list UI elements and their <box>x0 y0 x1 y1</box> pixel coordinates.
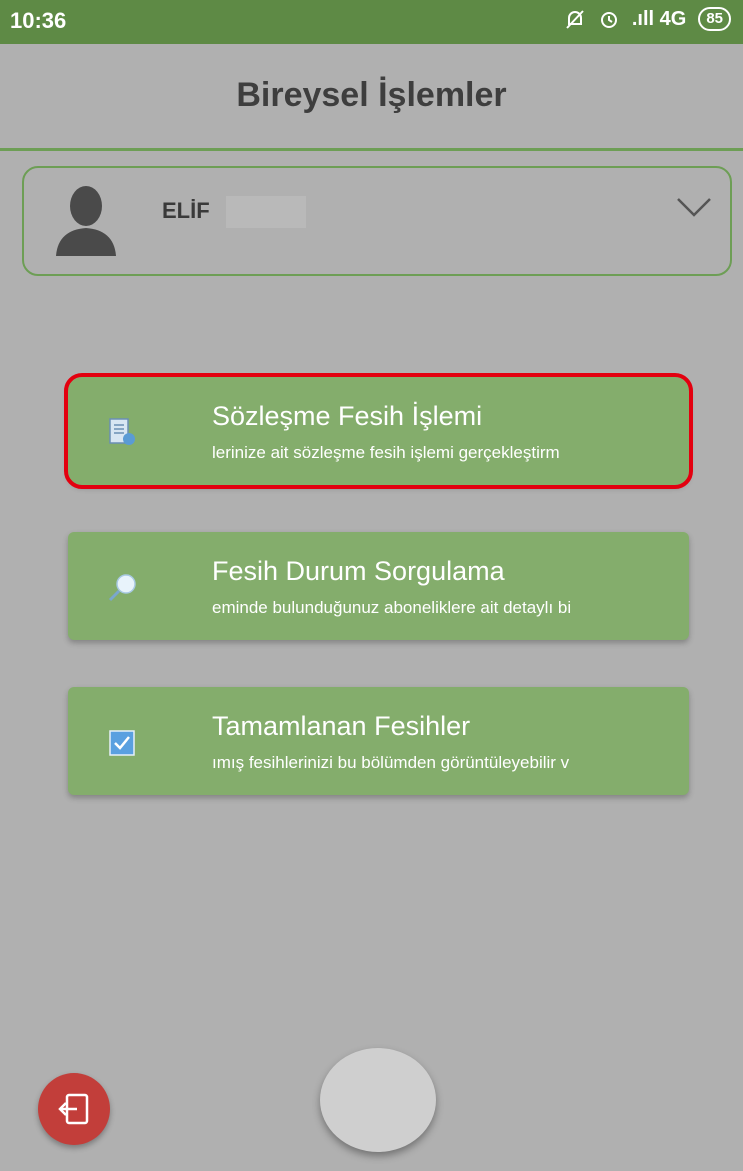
header: Bireysel İşlemler <box>0 44 743 151</box>
button-title: Sözleşme Fesih İşlemi <box>212 401 483 431</box>
page-title: Bireysel İşlemler <box>236 76 507 114</box>
button-subtitle: eminde bulunduğunuz aboneliklere ait det… <box>212 598 572 617</box>
status-time: 10:36 <box>10 8 67 33</box>
logout-button[interactable] <box>38 1073 110 1145</box>
bell-off-icon <box>566 10 584 29</box>
user-avatar-icon <box>56 186 116 256</box>
chevron-down-icon[interactable] <box>676 196 712 218</box>
contract-termination-button[interactable]: Sözleşme Fesih İşlemi lerinize ait sözle… <box>64 373 693 489</box>
status-icons: .ıll 4G 85 <box>564 7 731 31</box>
checkbox-icon <box>109 730 135 756</box>
document-icon <box>109 418 135 445</box>
user-name: ELİF <box>162 198 210 223</box>
redacted-surname <box>226 196 306 228</box>
button-title: Tamamlanan Fesihler <box>212 711 471 741</box>
completed-terminations-button[interactable]: Tamamlanan Fesihler ımış fesihlerinizi b… <box>68 687 689 795</box>
home-button[interactable] <box>320 1048 436 1152</box>
status-bar: 10:36 .ıll 4G 85 <box>0 0 743 44</box>
button-title: Fesih Durum Sorgulama <box>212 556 505 586</box>
button-subtitle: ımış fesihlerinizi bu bölümden görüntüle… <box>212 753 570 772</box>
search-icon <box>108 574 136 602</box>
network-indicator: .ıll 4G <box>631 7 687 30</box>
user-selector[interactable]: ELİF <box>22 166 732 276</box>
battery-indicator: 85 <box>698 7 731 31</box>
logout-icon <box>58 1093 89 1125</box>
termination-status-query-button[interactable]: Fesih Durum Sorgulama eminde bulunduğunu… <box>68 532 689 640</box>
alarm-icon <box>600 12 617 28</box>
button-subtitle: lerinize ait sözleşme fesih işlemi gerçe… <box>212 443 560 462</box>
